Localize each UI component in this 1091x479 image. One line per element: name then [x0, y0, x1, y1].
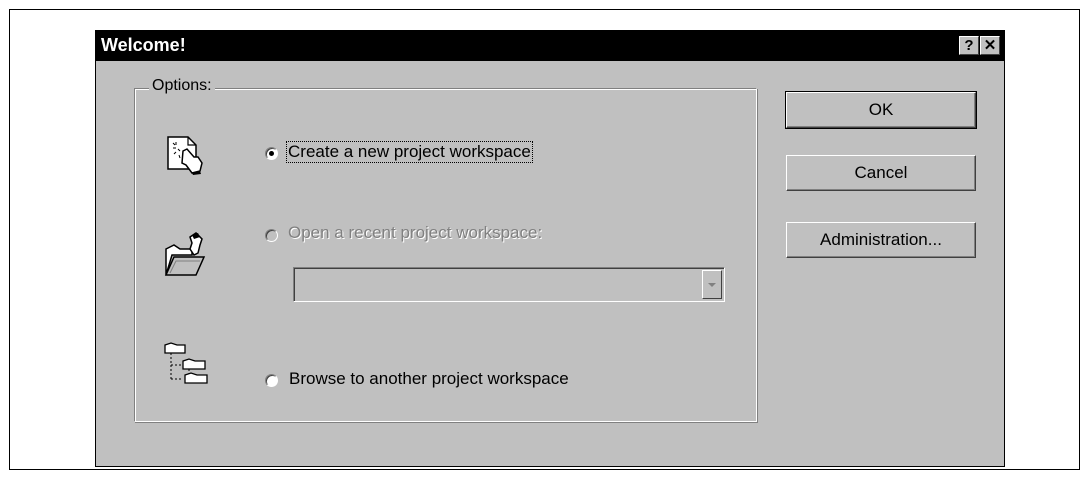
open-recent-radio: [265, 229, 278, 242]
create-project-radio[interactable]: [265, 147, 278, 160]
welcome-dialog: Welcome! ? ✕ Options: Create a new proje…: [95, 30, 1005, 467]
chevron-down-icon: [702, 270, 722, 299]
ok-button[interactable]: OK: [785, 91, 977, 129]
options-legend: Options:: [149, 77, 215, 95]
browse-project-label[interactable]: Browse to another project workspace: [289, 369, 569, 389]
recent-workspace-combobox: [293, 267, 725, 302]
open-recent-label: Open a recent project workspace:: [288, 223, 543, 242]
close-icon: ✕: [983, 37, 997, 54]
cancel-button[interactable]: Cancel: [786, 155, 976, 191]
help-button[interactable]: ?: [959, 36, 979, 55]
create-project-label[interactable]: Create a new project workspace: [286, 141, 533, 163]
dialog-title: Welcome!: [101, 35, 186, 55]
close-button[interactable]: ✕: [980, 36, 1000, 55]
browse-project-radio[interactable]: [265, 374, 278, 387]
new-project-hand-icon: [167, 136, 203, 175]
radio-selected-dot: [269, 151, 274, 156]
folder-tree-icon: [164, 342, 208, 384]
administration-button[interactable]: Administration...: [786, 222, 976, 258]
open-folder-icon: [164, 232, 206, 276]
help-icon: ?: [964, 37, 974, 54]
title-bar: Welcome! ? ✕: [96, 31, 1004, 61]
